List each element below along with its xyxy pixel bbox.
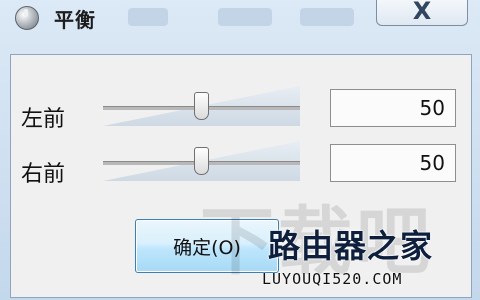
left-front-slider[interactable] — [103, 86, 300, 126]
balance-dialog: 平衡 X 左前 50 右前 50 确定(O) 下载吧 路由器之家 LUYOUQI… — [0, 0, 480, 300]
title-bar: 平衡 X — [0, 0, 480, 44]
left-front-label: 左前 — [21, 107, 66, 132]
slider-thumb[interactable] — [194, 147, 209, 175]
right-front-value-field[interactable]: 50 — [330, 144, 456, 182]
blurred-background — [128, 8, 168, 26]
window-title: 平衡 — [54, 8, 96, 32]
close-button[interactable]: X — [376, 0, 468, 26]
right-front-label: 右前 — [21, 162, 66, 187]
right-front-slider[interactable] — [103, 141, 300, 181]
close-icon: X — [412, 0, 432, 25]
watermark-brand-cn: 路由器之家 — [268, 227, 434, 265]
blurred-background — [300, 8, 354, 26]
blurred-background — [218, 8, 272, 26]
speaker-icon — [15, 6, 39, 30]
slider-thumb[interactable] — [194, 92, 209, 120]
left-front-value-field[interactable]: 50 — [330, 89, 456, 127]
watermark-brand-en: LUYOUQI520.COM — [262, 270, 403, 288]
